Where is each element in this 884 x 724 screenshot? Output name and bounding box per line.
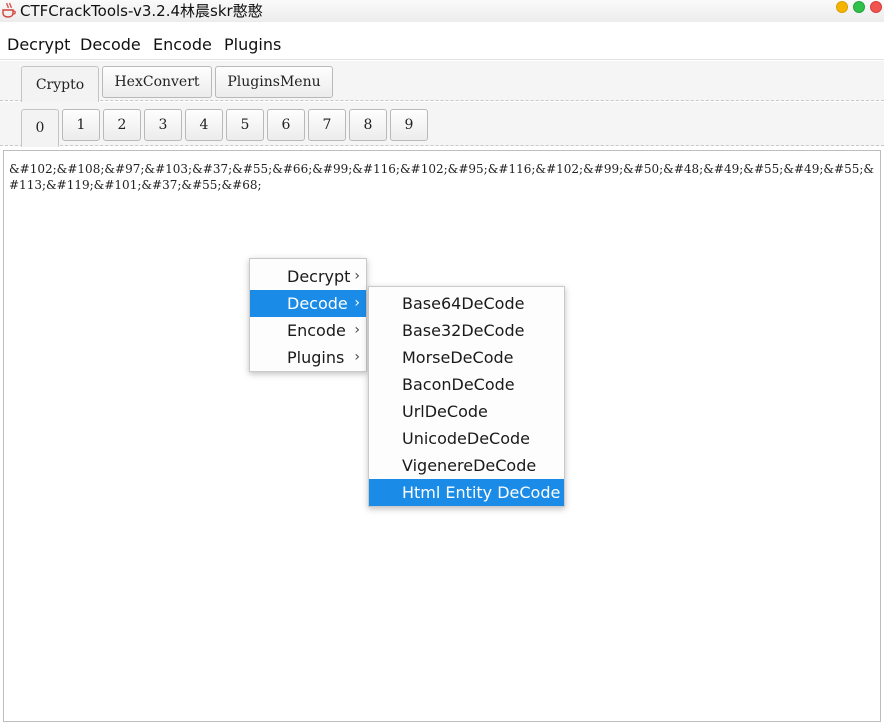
context-menu: Decrypt › Decode › Encode › Plugins › [249, 258, 367, 372]
submenu-unicode-decode[interactable]: UnicodeDeCode [369, 425, 564, 452]
top-tab-bar: Crypto HexConvert PluginsMenu [0, 61, 884, 104]
chevron-right-icon: › [354, 349, 360, 365]
submenu-vigenere-decode[interactable]: VigenereDeCode [369, 452, 564, 479]
chevron-right-icon: › [354, 322, 360, 338]
submenu-bacon-decode[interactable]: BaconDeCode [369, 371, 564, 398]
submenu-html-entity-decode[interactable]: Html Entity DeCode [369, 479, 564, 506]
tab-5[interactable]: 5 [226, 109, 264, 141]
window-maximize-button[interactable] [853, 1, 865, 13]
context-menu-decode[interactable]: Decode › [250, 290, 366, 317]
tab-hexconvert[interactable]: HexConvert [102, 66, 212, 98]
menu-plugins[interactable]: Plugins [224, 35, 281, 55]
title-bar[interactable]: CTFCrackTools-v3.2.4林晨skr憨憨 [0, 0, 884, 22]
tab-9[interactable]: 9 [390, 109, 428, 141]
menu-bar: Decrypt Decode Encode Plugins [0, 30, 884, 60]
submenu-morse-decode[interactable]: MorseDeCode [369, 344, 564, 371]
tab-3[interactable]: 3 [144, 109, 182, 141]
tab-2[interactable]: 2 [103, 109, 141, 141]
app-window: CTFCrackTools-v3.2.4林晨skr憨憨 Decrypt Deco… [0, 0, 884, 724]
submenu-url-decode[interactable]: UrlDeCode [369, 398, 564, 425]
window-close-button[interactable] [870, 1, 882, 13]
submenu-base32-decode[interactable]: Base32DeCode [369, 317, 564, 344]
tab-7[interactable]: 7 [308, 109, 346, 141]
tab-0[interactable]: 0 [21, 109, 59, 147]
tab-1[interactable]: 1 [62, 109, 100, 141]
window-minimize-button[interactable] [836, 1, 848, 13]
tab-6[interactable]: 6 [267, 109, 305, 141]
chevron-right-icon: › [354, 295, 360, 311]
chevron-right-icon: › [354, 268, 360, 284]
tab-4[interactable]: 4 [185, 109, 223, 141]
context-menu-decrypt[interactable]: Decrypt › [250, 263, 366, 290]
menu-decode[interactable]: Decode [80, 35, 141, 55]
cipher-text[interactable]: &#102;&#108;&#97;&#103;&#37;&#55;&#66;&#… [9, 161, 875, 193]
menu-decrypt[interactable]: Decrypt [7, 35, 70, 55]
decode-submenu: Base64DeCode Base32DeCode MorseDeCode Ba… [368, 286, 565, 507]
window-title: CTFCrackTools-v3.2.4林晨skr憨憨 [20, 2, 263, 20]
submenu-base64-decode[interactable]: Base64DeCode [369, 290, 564, 317]
context-menu-encode-label: Encode [287, 321, 346, 340]
context-menu-plugins[interactable]: Plugins › [250, 344, 366, 371]
coffee-cup-icon [2, 2, 16, 18]
context-menu-plugins-label: Plugins [287, 348, 345, 367]
tab-crypto[interactable]: Crypto [21, 66, 99, 104]
context-menu-decode-label: Decode [287, 294, 348, 313]
menu-encode[interactable]: Encode [153, 35, 212, 55]
context-menu-decrypt-label: Decrypt [287, 267, 351, 286]
context-menu-encode[interactable]: Encode › [250, 317, 366, 344]
tab-8[interactable]: 8 [349, 109, 387, 141]
number-tab-bar: 0 1 2 3 4 5 6 7 8 9 [0, 102, 884, 147]
tab-pluginsmenu[interactable]: PluginsMenu [215, 66, 333, 98]
